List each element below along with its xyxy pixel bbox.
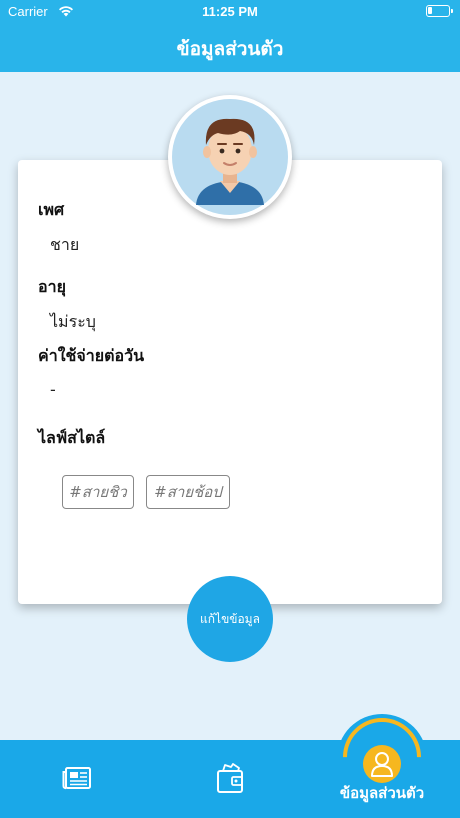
status-bar: Carrier 11:25 PM <box>0 0 460 24</box>
daily-expense-label: ค่าใช้จ่ายต่อวัน <box>38 346 145 365</box>
age-label: อายุ <box>38 277 66 296</box>
daily-expense-value: - <box>50 380 56 399</box>
lifestyle-label: ไลฟ์สไตล์ <box>38 428 106 447</box>
battery-icon <box>426 5 453 17</box>
wallet-icon[interactable] <box>215 763 245 795</box>
lifestyle-tag: #สายช้อป <box>146 475 230 509</box>
profile-icon <box>371 752 393 777</box>
age-value: ไม่ระบุ <box>50 312 96 331</box>
news-icon[interactable] <box>62 766 92 792</box>
gender-label: เพศ <box>38 200 65 219</box>
page-title: ข้อมูลส่วนตัว <box>176 38 284 60</box>
gender-value: ชาย <box>50 235 80 254</box>
user-avatar-icon <box>172 99 288 215</box>
lifestyle-tag: #สายชิว <box>62 475 134 509</box>
profile-card <box>18 160 442 604</box>
tab-profile-label: ข้อมูลส่วนตัว <box>339 784 425 802</box>
avatar <box>168 95 292 219</box>
edit-profile-button[interactable]: แก้ไขข้อมูล <box>187 576 273 662</box>
clock: 11:25 PM <box>202 4 258 19</box>
navigation-bar: Carrier 11:25 PM ข้อมูลส่วนตัว <box>0 0 460 72</box>
